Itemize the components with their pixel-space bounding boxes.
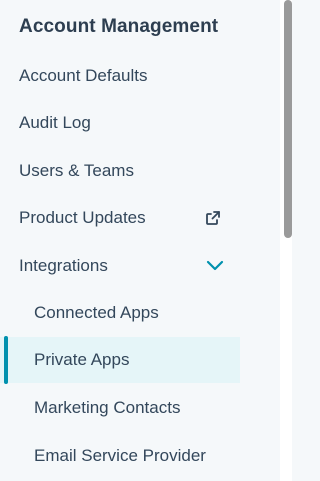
sidebar-item-account-defaults[interactable]: Account Defaults: [0, 53, 240, 99]
sidebar-item-email-service-provider[interactable]: Email Service Provider: [0, 433, 240, 479]
sidebar-item-label: Marketing Contacts: [34, 398, 181, 417]
sidebar-item-label: Integrations: [19, 256, 108, 275]
sidebar-item-users-teams[interactable]: Users & Teams: [0, 148, 240, 194]
sidebar-item-audit-log[interactable]: Audit Log: [0, 100, 240, 146]
sidebar-item-label: Private Apps: [34, 350, 130, 369]
sidebar-item-marketing-contacts[interactable]: Marketing Contacts: [0, 385, 240, 431]
sidebar-item-label: Product Updates: [19, 208, 146, 227]
sidebar-item-label: Audit Log: [19, 113, 91, 132]
sidebar-item-product-updates[interactable]: Product Updates: [0, 195, 240, 241]
sidebar-item-label: Account Defaults: [19, 66, 148, 85]
active-indicator: [4, 336, 8, 384]
sidebar-item-label: Email Service Provider: [34, 446, 206, 465]
section-title: Account Management: [19, 16, 219, 37]
sidebar-item-label: Connected Apps: [34, 303, 159, 322]
sidebar-item-label: Users & Teams: [19, 161, 134, 180]
sidebar-item-integrations[interactable]: Integrations: [0, 243, 240, 289]
chevron-down-icon[interactable]: [205, 258, 225, 272]
scrollbar-thumb[interactable]: [284, 0, 292, 238]
settings-sidebar: Account Management Account Defaults Audi…: [0, 0, 292, 481]
sidebar-item-private-apps[interactable]: Private Apps: [0, 337, 240, 383]
sidebar-item-connected-apps[interactable]: Connected Apps: [0, 290, 240, 336]
external-link-icon: [206, 211, 220, 225]
